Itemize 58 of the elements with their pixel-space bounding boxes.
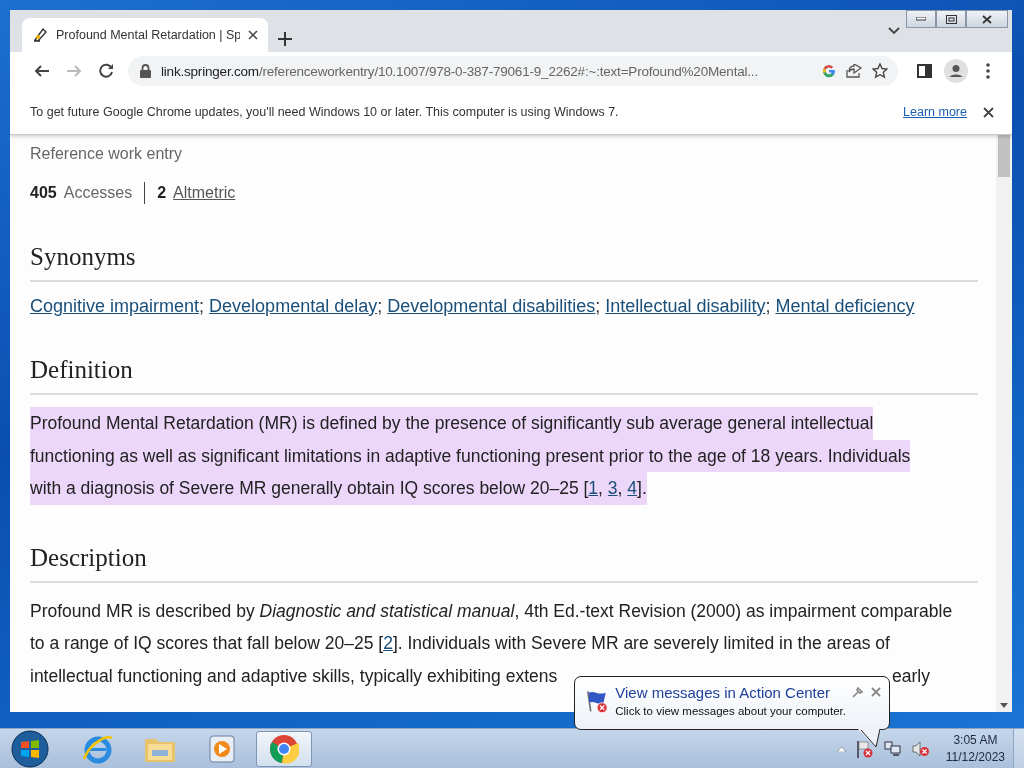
star-icon[interactable] — [872, 63, 888, 79]
lock-icon[interactable] — [140, 64, 151, 78]
definition-text: Profound Mental Retardation (MR) is defined by the presence of significantly sub average general intellectual functioning as well as significant limitations in adaptive functioning present prior to the age of 18 years. Individuals with a diagnosis of Severe MR generally obtain IQ scores below 20–25 [1, 3, 4]. — [30, 407, 978, 505]
profile-icon[interactable] — [944, 59, 968, 83]
scroll-down-icon[interactable] — [1000, 703, 1008, 708]
new-tab-icon[interactable] — [278, 32, 292, 46]
section-heading: Definition — [30, 317, 978, 395]
network-icon[interactable] — [883, 740, 902, 757]
minimize-icon — [916, 17, 926, 21]
back-icon[interactable] — [34, 63, 50, 79]
close-icon[interactable] — [248, 30, 258, 40]
learn-more-link[interactable]: Learn more — [903, 105, 967, 119]
speaker-muted-icon[interactable] — [911, 740, 930, 757]
synonym-link[interactable]: Mental deficiency — [775, 296, 915, 316]
close-icon[interactable] — [983, 106, 994, 118]
balloon-message: Click to view messages about your computer. — [615, 704, 846, 719]
share-icon[interactable] — [846, 64, 862, 78]
separator-text: ; — [377, 296, 384, 316]
menu-icon[interactable] — [986, 63, 990, 79]
show-hidden-icon[interactable] — [836, 745, 846, 752]
google-icon[interactable] — [822, 64, 836, 78]
maximize-button[interactable] — [936, 10, 966, 28]
clock[interactable]: 3:05 AM 11/12/2023 — [945, 731, 1005, 766]
restore-icon — [945, 14, 957, 24]
start-button[interactable] — [10, 729, 50, 768]
close-icon — [982, 14, 992, 24]
entry-type-label: Reference work entry — [30, 145, 184, 164]
reference-link[interactable]: 1 — [588, 478, 599, 498]
taskbar-button[interactable] — [256, 730, 312, 767]
media-player-icon — [209, 734, 235, 763]
address-bar[interactable]: link.springer.com/referenceworkentry/10.1007/978-0-387-79061-9_2262#:~:text=Profound%20Mental... — [128, 56, 898, 86]
chrome-icon — [269, 733, 299, 764]
reference-link[interactable]: 4 — [627, 478, 638, 498]
chevron-icon[interactable] — [888, 27, 900, 35]
paragraph-text: early — [892, 664, 930, 688]
close-button[interactable] — [966, 10, 1008, 28]
section-heading: Synonyms — [30, 204, 978, 282]
separator-text: ; — [765, 296, 772, 316]
update-message: To get future Google Chrome updates, you'll need Windows 10 or later. This computer is using Windows 7. — [30, 105, 620, 119]
side-panel-icon[interactable] — [916, 64, 932, 78]
synonym-link[interactable]: Intellectual disability — [605, 296, 766, 316]
synonym-link[interactable]: Cognitive impairment — [30, 296, 200, 316]
reload-icon[interactable] — [98, 63, 114, 79]
balloon-tail — [858, 728, 880, 748]
metric-link[interactable]: Altmetric — [173, 184, 236, 202]
metric-text: 405 Accesses — [30, 184, 133, 202]
synonym-link[interactable]: Developmental disabilities — [387, 296, 596, 316]
scrollbar[interactable] — [996, 135, 1012, 712]
separator-text: ; — [199, 296, 206, 316]
browser-tab[interactable]: Profound Mental Retardation | Sp — [22, 18, 268, 52]
synonym-link[interactable]: Developmental delay — [209, 296, 378, 316]
flag-icon[interactable] — [855, 739, 874, 758]
reference-link[interactable]: 2 — [383, 633, 393, 653]
wrench-icon[interactable] — [852, 687, 863, 698]
reference-link[interactable]: 3 — [607, 478, 618, 498]
metric-text: 2 Altmetric — [157, 184, 236, 202]
section-heading: Description — [30, 504, 978, 583]
separator-text: ; — [595, 296, 602, 316]
